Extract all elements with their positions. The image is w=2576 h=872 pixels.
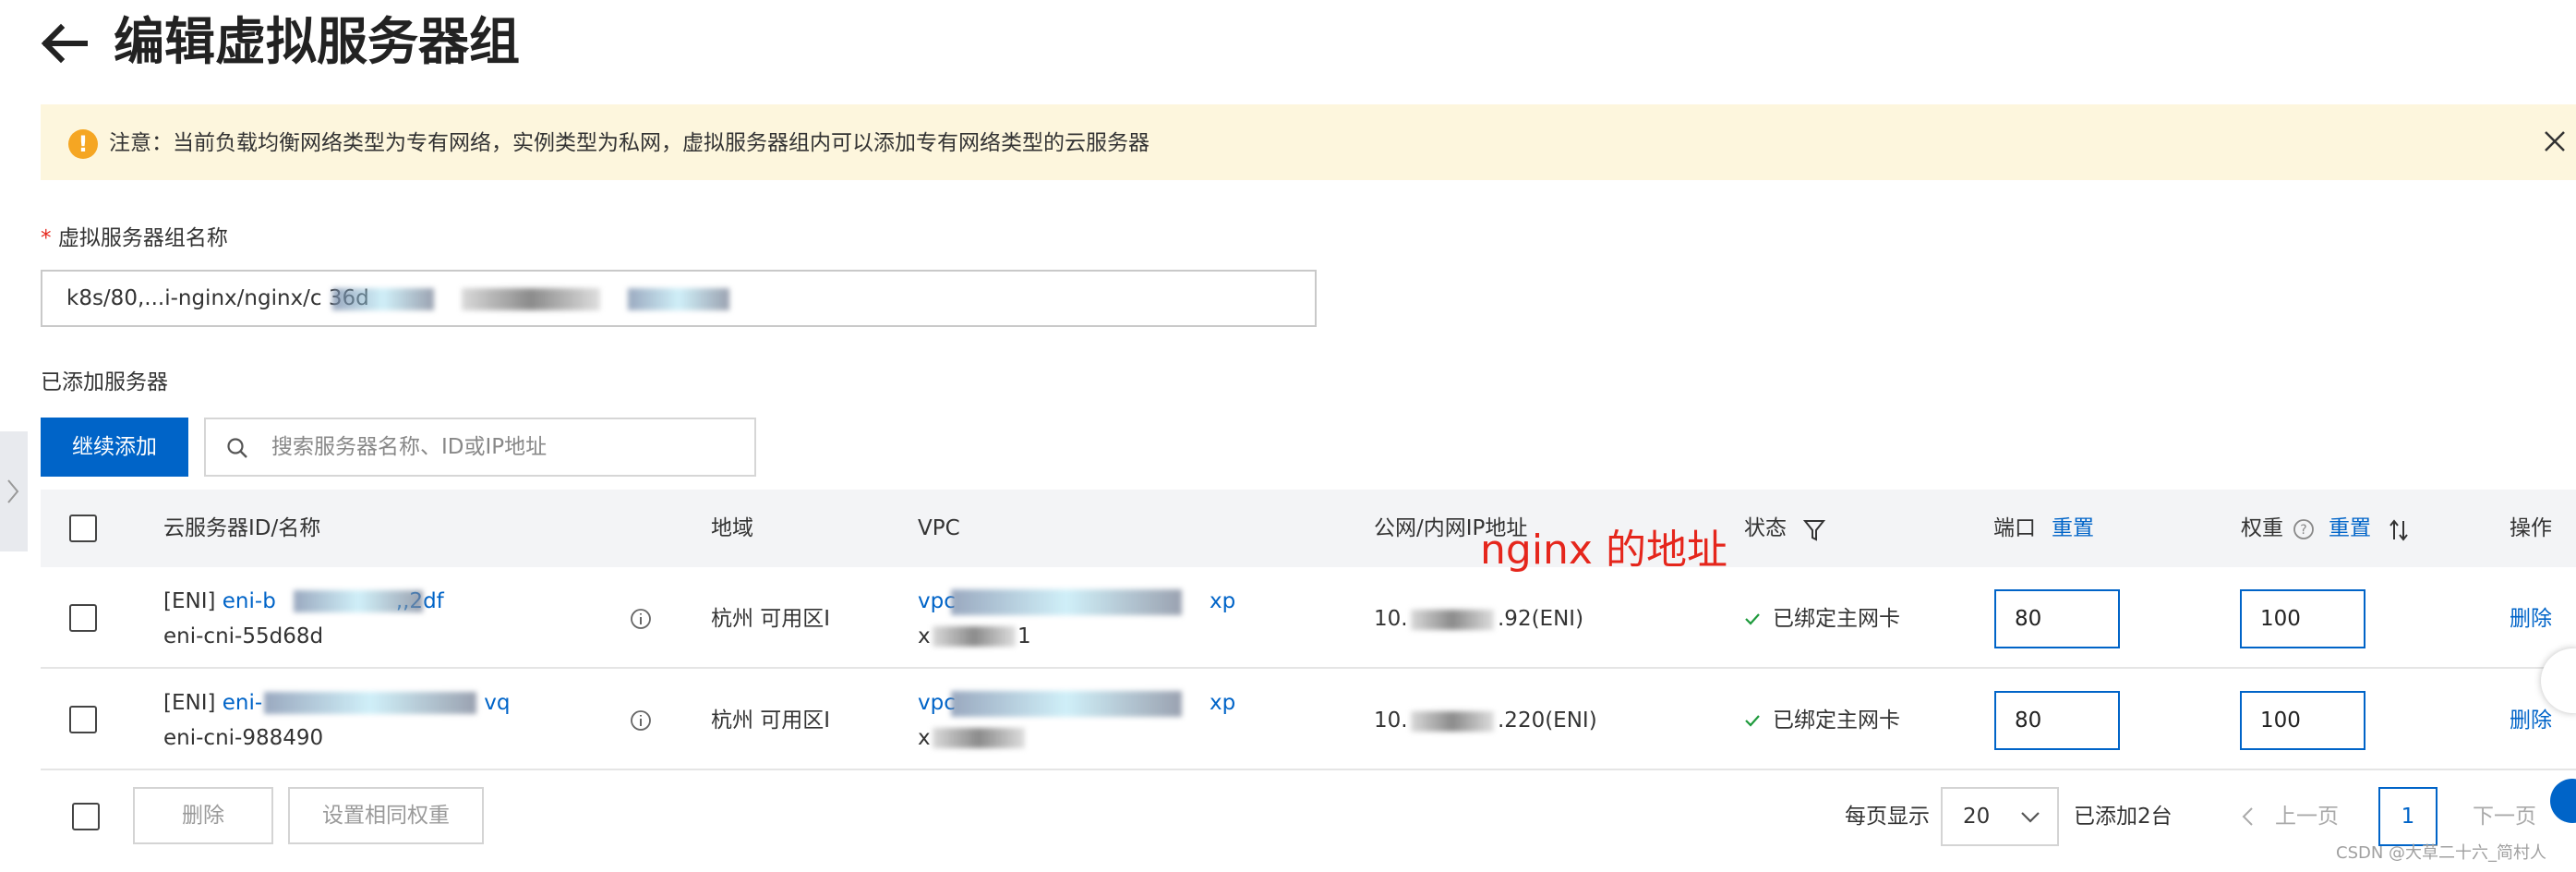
- eni-name: eni-cni-55d68d: [163, 624, 324, 648]
- delete-row-link[interactable]: 删除: [2510, 705, 2552, 736]
- help-icon[interactable]: ?: [2293, 518, 2315, 540]
- redaction-mask: [933, 626, 1016, 647]
- weight-input[interactable]: 100: [2240, 589, 2365, 648]
- status-text: 已绑定主网卡: [1773, 708, 1900, 733]
- table-row: [41, 669, 2576, 770]
- next-page-button[interactable]: 下一页: [2473, 801, 2536, 832]
- back-arrow-icon[interactable]: [37, 20, 92, 67]
- set-same-weight-button[interactable]: 设置相同权重: [288, 787, 484, 844]
- col-action: 操作: [2510, 516, 2552, 540]
- vpc-link-tail[interactable]: xp: [1210, 687, 1235, 719]
- check-icon: [1745, 715, 1760, 727]
- region: 杭州 可用区I: [711, 607, 831, 631]
- required-mark: *: [41, 226, 52, 250]
- redaction-mask: [294, 590, 423, 612]
- page-size-label: 每页显示: [1845, 805, 1930, 829]
- eni-id-link[interactable]: eni-b: [223, 589, 276, 613]
- eni-id-link-tail[interactable]: vq: [484, 691, 510, 715]
- redaction-mask: [933, 728, 1025, 748]
- batch-delete-button[interactable]: 删除: [133, 787, 273, 844]
- ip-head: 10.: [1374, 607, 1408, 631]
- added-count: 已添加2台: [2074, 805, 2173, 829]
- eni-name: eni-cni-988490: [163, 726, 324, 750]
- page-1-button[interactable]: 1: [2378, 787, 2438, 846]
- weight-reset-link[interactable]: 重置: [2329, 514, 2371, 543]
- redaction-mask: [264, 692, 476, 714]
- vpc-line2-head: x: [918, 624, 931, 648]
- redaction-mask: [1411, 610, 1494, 630]
- status-text: 已绑定主网卡: [1773, 607, 1900, 631]
- redaction-mask: [332, 288, 434, 310]
- annotation-text: nginx 的地址: [1480, 527, 1727, 574]
- port-reset-link[interactable]: 重置: [2052, 514, 2094, 543]
- vpc-link[interactable]: vpc: [918, 687, 956, 719]
- warning-icon: !: [68, 129, 98, 159]
- search-placeholder: 搜索服务器名称、ID或IP地址: [271, 435, 548, 459]
- info-icon[interactable]: [630, 709, 652, 732]
- search-icon: [227, 438, 247, 458]
- redaction-mask: [951, 589, 1182, 615]
- eni-prefix: [ENI]: [163, 691, 216, 715]
- vpc-link[interactable]: vpc: [918, 586, 956, 617]
- ip-head: 10.: [1374, 708, 1408, 733]
- redaction-mask: [628, 288, 729, 310]
- col-port: 端口: [1993, 516, 2036, 540]
- close-icon[interactable]: [2541, 127, 2569, 155]
- floating-help-button[interactable]: [2550, 779, 2576, 823]
- table-header: [41, 490, 2576, 567]
- redaction-mask: [951, 691, 1182, 717]
- redaction-mask: [462, 288, 600, 310]
- added-servers-label: 已添加服务器: [41, 370, 168, 394]
- row-checkbox[interactable]: [69, 706, 97, 733]
- group-name-label: 虚拟服务器组名称: [57, 226, 228, 250]
- page-title: 编辑虚拟服务器组: [114, 12, 521, 71]
- vpc-link-tail[interactable]: xp: [1210, 586, 1235, 617]
- watermark: CSDN @大草二十六_简村人: [2336, 843, 2547, 863]
- redaction-mask: [1411, 711, 1494, 732]
- svg-text:?: ?: [2300, 523, 2306, 538]
- col-region: 地域: [711, 516, 753, 540]
- col-status: 状态: [1744, 516, 1787, 540]
- col-server: 云服务器ID/名称: [163, 516, 321, 540]
- row-checkbox[interactable]: [69, 604, 97, 632]
- eni-prefix: [ENI]: [163, 589, 216, 613]
- chevron-left-icon: [2242, 807, 2253, 826]
- port-input[interactable]: 80: [1994, 589, 2120, 648]
- sort-icon[interactable]: [2388, 517, 2410, 543]
- weight-input[interactable]: 100: [2240, 691, 2365, 750]
- page-size-value: 20: [1963, 805, 1991, 829]
- delete-row-link[interactable]: 删除: [2510, 603, 2552, 635]
- chevron-down-icon: [2021, 812, 2040, 823]
- col-vpc: VPC: [918, 516, 960, 540]
- notice-text: 注意：当前负载均衡网络类型为专有网络，实例类型为私网，虚拟服务器组内可以添加专有…: [109, 131, 1150, 155]
- check-icon: [1745, 613, 1760, 625]
- footer-select-all-checkbox[interactable]: [72, 803, 100, 830]
- group-name-label-row: * 虚拟服务器组名称: [41, 224, 228, 253]
- ip-tail: .92(ENI): [1498, 607, 1584, 631]
- chevron-right-icon: [7, 479, 19, 503]
- continue-add-button[interactable]: 继续添加: [41, 418, 188, 477]
- region: 杭州 可用区I: [711, 708, 831, 733]
- eni-id-link[interactable]: eni-: [223, 691, 262, 715]
- port-input[interactable]: 80: [1994, 691, 2120, 750]
- select-all-checkbox[interactable]: [69, 515, 97, 542]
- col-weight: 权重: [2241, 516, 2283, 540]
- ip-tail: .220(ENI): [1498, 708, 1597, 733]
- vpc-line2-head: x: [918, 726, 931, 750]
- filter-icon[interactable]: [1802, 517, 1826, 543]
- info-icon[interactable]: [630, 608, 652, 630]
- vpc-line2-tail: 1: [1017, 624, 1031, 648]
- prev-page-button[interactable]: 上一页: [2275, 801, 2339, 832]
- table-row: [41, 567, 2576, 669]
